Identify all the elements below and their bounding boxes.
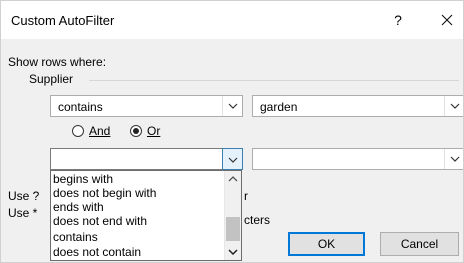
criteria2-operator-dropdown-list[interactable]: begins with does not begin with ends wit… xyxy=(50,170,242,261)
criteria2-value-combo[interactable] xyxy=(252,148,463,170)
help-label: ? xyxy=(394,12,402,28)
dropdown-option[interactable]: begins with xyxy=(53,172,113,186)
cancel-button[interactable]: Cancel xyxy=(380,232,459,256)
dialog-title: Custom AutoFilter xyxy=(11,13,115,28)
criteria2-operator-select[interactable] xyxy=(50,148,243,170)
criteria2-operator-dropdown-button[interactable] xyxy=(222,148,243,170)
or-radio-selected-dot xyxy=(133,128,139,134)
dropdown-option[interactable]: does not contain xyxy=(53,245,141,259)
field-label: Supplier xyxy=(29,72,74,86)
hint-line1-suffix: r xyxy=(244,189,248,203)
and-radio[interactable]: And xyxy=(72,124,122,140)
chevron-down-icon xyxy=(228,103,238,109)
hint-line1-prefix: Use ? xyxy=(8,189,40,203)
close-icon xyxy=(441,14,453,26)
scroll-up-button[interactable] xyxy=(225,171,241,187)
group-divider xyxy=(89,80,459,81)
scroll-down-button[interactable] xyxy=(225,244,241,260)
criteria1-value-dropdown-button[interactable] xyxy=(444,96,463,116)
show-rows-label: Show rows where: xyxy=(8,55,107,69)
dropdown-option[interactable]: does not end with xyxy=(53,214,147,228)
ok-button-label: OK xyxy=(317,237,336,251)
and-label-text: And xyxy=(89,124,111,138)
ok-button[interactable]: OK xyxy=(288,232,365,256)
scroll-up-arrow-icon xyxy=(228,176,238,182)
criteria1-operator-value: contains xyxy=(58,100,103,114)
chevron-down-icon xyxy=(450,103,460,109)
or-radio-label: Or xyxy=(147,124,160,138)
help-button[interactable]: ? xyxy=(387,7,409,33)
custom-autofilter-dialog: Custom AutoFilter ? Show rows where: Sup… xyxy=(0,0,464,263)
close-button[interactable] xyxy=(435,7,459,33)
scroll-down-arrow-icon xyxy=(228,249,238,255)
dropdown-option[interactable]: ends with xyxy=(53,200,104,214)
or-radio-circle[interactable] xyxy=(130,125,142,137)
dropdown-scrollbar[interactable] xyxy=(224,171,241,260)
dropdown-option[interactable]: does not begin with xyxy=(53,186,156,200)
or-label-text: Or xyxy=(147,124,161,138)
hint-line2-suffix: cters xyxy=(244,213,271,227)
title-bar: Custom AutoFilter ? xyxy=(1,1,463,39)
and-radio-label: And xyxy=(89,124,110,138)
criteria1-operator-dropdown-button[interactable] xyxy=(222,96,242,116)
or-radio[interactable]: Or xyxy=(130,124,170,140)
criteria2-value-dropdown-button[interactable] xyxy=(444,149,463,169)
criteria1-operator-select[interactable]: contains xyxy=(50,95,243,117)
and-radio-circle[interactable] xyxy=(72,125,84,137)
hint-line2-prefix: Use * xyxy=(8,206,38,220)
criteria1-value-combo[interactable]: garden xyxy=(252,95,463,117)
cancel-button-label: Cancel xyxy=(400,237,439,251)
chevron-down-icon xyxy=(450,156,460,162)
criteria1-value-text: garden xyxy=(260,100,298,114)
scrollbar-thumb[interactable] xyxy=(226,217,240,241)
chevron-down-icon xyxy=(228,157,238,163)
dropdown-option[interactable]: contains xyxy=(53,230,98,244)
